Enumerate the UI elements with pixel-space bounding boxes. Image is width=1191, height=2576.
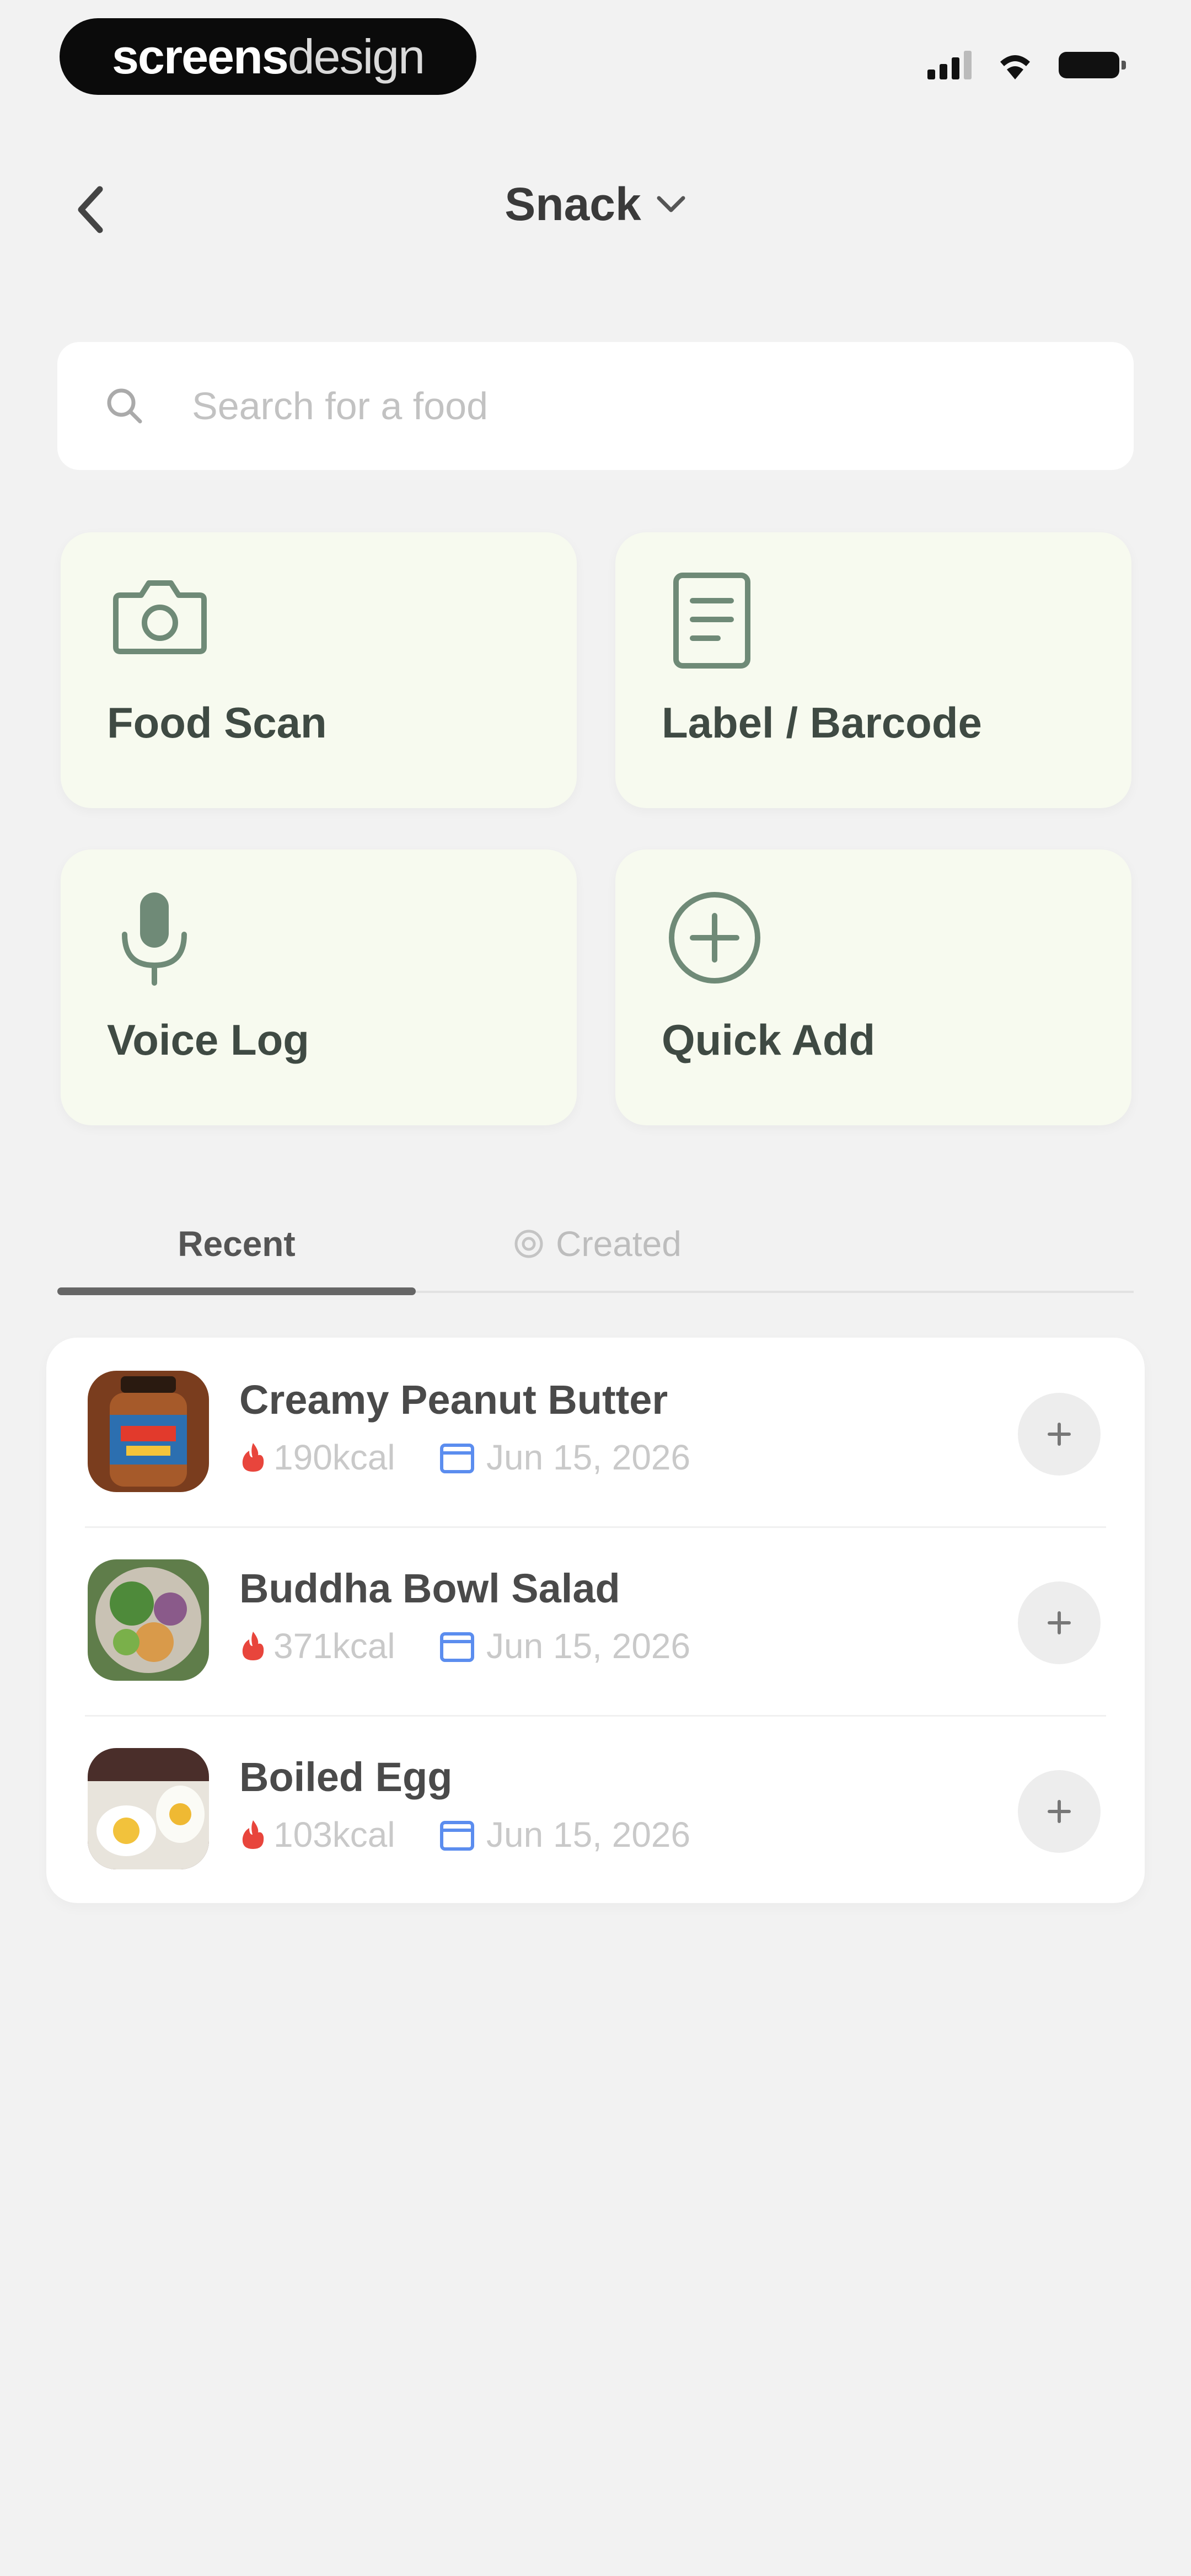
search-icon <box>107 388 142 424</box>
calorie-count: 371kcal <box>273 1626 395 1666</box>
calendar-icon <box>440 1444 474 1473</box>
list-item[interactable]: Buddha Bowl Salad 371kcal Jun 15, 2026 <box>46 1526 1145 1714</box>
tab-created-label: Created <box>556 1224 682 1264</box>
calorie-count: 103kcal <box>273 1815 395 1854</box>
flame-icon <box>242 1443 264 1472</box>
flame-icon <box>242 1820 264 1849</box>
add-food-button[interactable] <box>1018 1393 1101 1476</box>
food-thumbnail <box>88 1748 209 1869</box>
voice-log-label: Voice Log <box>107 1016 309 1064</box>
list-item[interactable]: Creamy Peanut Butter 190kcal Jun 15, 202… <box>46 1338 1145 1525</box>
page-title: Snack <box>505 178 641 230</box>
created-icon <box>514 1230 543 1258</box>
label-barcode-label: Label / Barcode <box>662 698 982 747</box>
calorie-count: 190kcal <box>273 1437 395 1477</box>
brand-logo-light: design <box>287 29 425 84</box>
food-name: Creamy Peanut Butter <box>239 1377 668 1423</box>
flame-icon <box>242 1632 264 1660</box>
calendar-icon <box>440 1632 474 1662</box>
quick-add-label: Quick Add <box>662 1016 876 1064</box>
plus-icon <box>1048 1800 1071 1823</box>
chevron-down-icon <box>657 196 685 212</box>
food-scan-button[interactable]: Food Scan <box>61 532 577 808</box>
tab-recent[interactable]: Recent <box>57 1197 416 1291</box>
peanut-butter-image <box>88 1371 209 1492</box>
cellular-signal-icon <box>927 51 972 79</box>
recent-food-list: Creamy Peanut Butter 190kcal Jun 15, 202… <box>46 1338 1145 1903</box>
add-food-button[interactable] <box>1018 1581 1101 1664</box>
microphone-icon <box>122 892 187 986</box>
search-input[interactable] <box>191 383 1020 429</box>
voice-log-button[interactable]: Voice Log <box>61 849 577 1125</box>
active-tab-indicator <box>57 1287 416 1295</box>
plus-icon <box>1048 1423 1071 1446</box>
quick-add-button[interactable]: Quick Add <box>615 849 1131 1125</box>
food-meta: 190kcal Jun 15, 2026 <box>239 1437 690 1478</box>
food-scan-label: Food Scan <box>107 698 327 747</box>
search-bar[interactable] <box>57 342 1134 470</box>
brand-logo: screens design <box>60 18 476 95</box>
tab-recent-label: Recent <box>178 1224 296 1264</box>
log-date: Jun 15, 2026 <box>486 1626 691 1666</box>
food-meta: 371kcal Jun 15, 2026 <box>239 1626 690 1666</box>
food-meta: 103kcal Jun 15, 2026 <box>239 1814 690 1855</box>
plus-icon <box>1048 1611 1071 1634</box>
food-name: Boiled Egg <box>239 1754 453 1800</box>
document-icon <box>673 573 750 669</box>
meal-type-selector[interactable]: Snack <box>0 178 1191 231</box>
snack-log-screen: screensdesign Snack Food Scan <box>0 0 1191 2576</box>
calendar-icon <box>440 1821 474 1851</box>
food-thumbnail <box>88 1371 209 1492</box>
food-thumbnail <box>88 1559 209 1681</box>
label-barcode-button[interactable]: Label / Barcode <box>615 532 1131 808</box>
log-date: Jun 15, 2026 <box>486 1437 691 1477</box>
brand-logo-bold: screens <box>111 29 289 84</box>
buddha-bowl-image <box>88 1559 209 1681</box>
plus-circle-icon <box>669 892 760 984</box>
wifi-icon <box>1000 55 1030 79</box>
add-food-button[interactable] <box>1018 1770 1101 1853</box>
list-item[interactable]: Boiled Egg 103kcal Jun 15, 2026 <box>46 1715 1145 1902</box>
tab-created[interactable]: Created <box>418 1197 776 1291</box>
status-icons <box>927 50 1126 81</box>
boiled-egg-image <box>88 1748 209 1869</box>
camera-icon <box>113 580 207 654</box>
food-name: Buddha Bowl Salad <box>239 1565 620 1611</box>
list-tabs: Recent Created <box>57 1197 1134 1295</box>
battery-icon <box>1059 52 1126 78</box>
log-date: Jun 15, 2026 <box>486 1815 691 1854</box>
